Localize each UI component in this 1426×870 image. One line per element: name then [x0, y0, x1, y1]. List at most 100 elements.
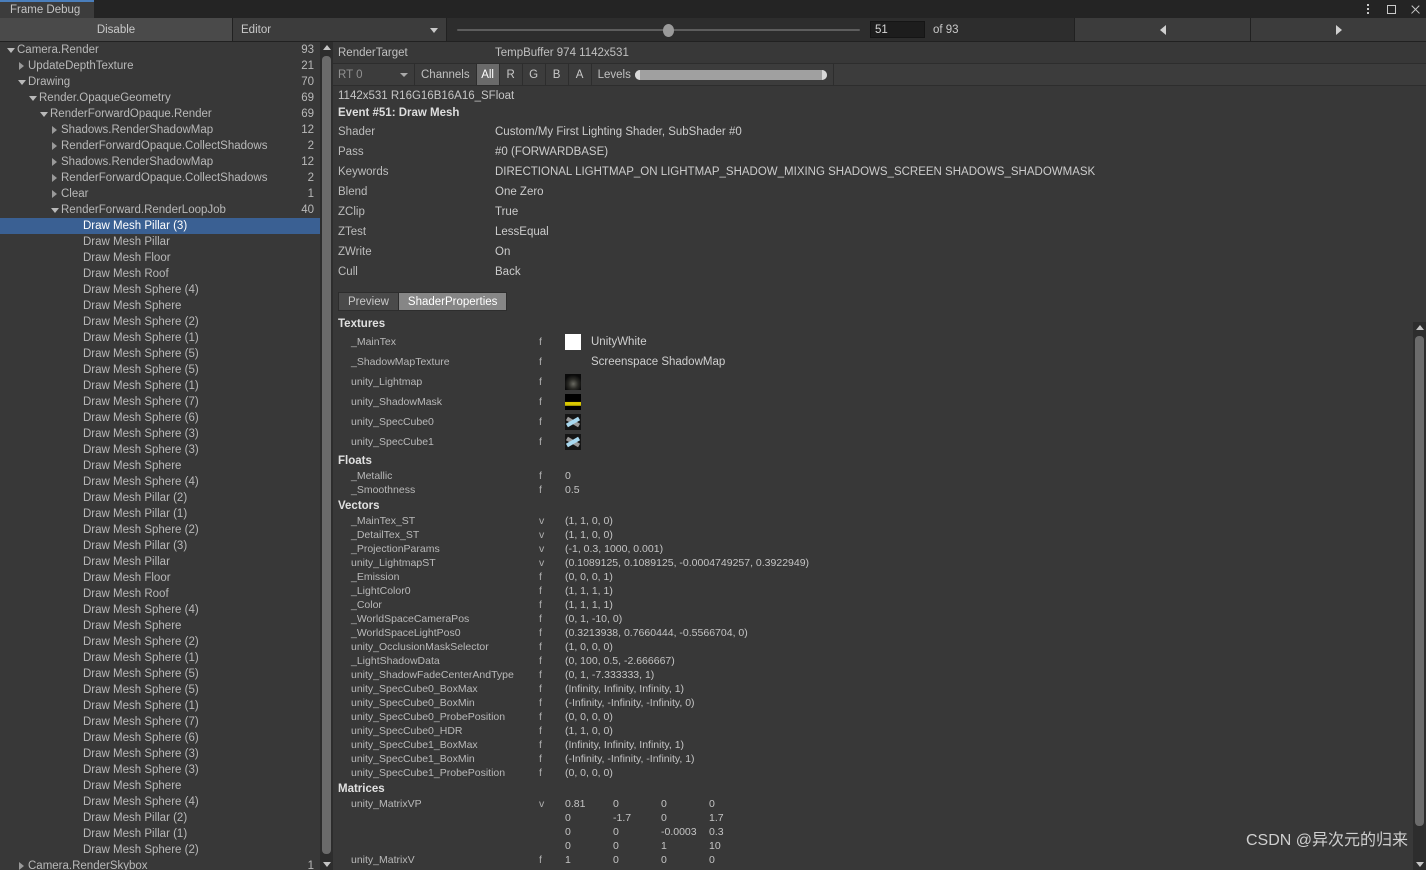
event-index-input[interactable]: 51	[870, 21, 925, 38]
channel-button-r[interactable]: R	[500, 64, 523, 85]
levels-slider[interactable]	[634, 69, 827, 80]
tree-row[interactable]: Draw Mesh Sphere (6)	[0, 410, 320, 426]
tree-row[interactable]: Draw Mesh Sphere (7)	[0, 714, 320, 730]
tree-row[interactable]: Draw Mesh Sphere (1)	[0, 650, 320, 666]
tree-row[interactable]: Draw Mesh Sphere (2)	[0, 522, 320, 538]
tree-row[interactable]: Clear 1	[0, 186, 320, 202]
event-slider-handle[interactable]	[663, 23, 674, 37]
tree-row[interactable]: Draw Mesh Sphere (4)	[0, 794, 320, 810]
channel-button-all[interactable]: All	[476, 64, 500, 85]
tree-toggle-icon[interactable]	[48, 174, 61, 182]
tree-row[interactable]: Drawing 70	[0, 74, 320, 90]
tree-row[interactable]: Draw Mesh Floor	[0, 570, 320, 586]
tree-toggle-icon[interactable]	[48, 190, 61, 198]
tree-row[interactable]: Draw Mesh Sphere (3)	[0, 426, 320, 442]
tree-row[interactable]: Draw Mesh Pillar (2)	[0, 810, 320, 826]
maximize-button[interactable]	[1385, 3, 1398, 16]
tree-scrollbar[interactable]	[320, 42, 333, 870]
tree-row[interactable]: Draw Mesh Sphere (4)	[0, 474, 320, 490]
tree-row[interactable]: Draw Mesh Roof	[0, 266, 320, 282]
scroll-up-icon[interactable]	[1413, 322, 1426, 333]
tree-row[interactable]: Draw Mesh Sphere (3)	[0, 442, 320, 458]
tree-row[interactable]: Draw Mesh Sphere (5)	[0, 682, 320, 698]
target-dropdown[interactable]: Editor	[233, 18, 447, 41]
tree-row[interactable]: Camera.RenderSkybox 1	[0, 858, 320, 870]
tree-row[interactable]: Render.OpaqueGeometry 69	[0, 90, 320, 106]
tree-row[interactable]: Draw Mesh Sphere (4)	[0, 602, 320, 618]
vector-row-type: f	[539, 711, 542, 723]
tree-row[interactable]: Draw Mesh Sphere (7)	[0, 394, 320, 410]
tree-row[interactable]: Draw Mesh Pillar (1)	[0, 506, 320, 522]
tree-row[interactable]: Draw Mesh Floor	[0, 250, 320, 266]
tree-row[interactable]: Draw Mesh Sphere	[0, 618, 320, 634]
tree-row[interactable]: Draw Mesh Pillar (1)	[0, 826, 320, 842]
tree-toggle-icon[interactable]	[48, 142, 61, 150]
scroll-down-icon[interactable]	[320, 859, 333, 870]
tree-row[interactable]: Draw Mesh Roof	[0, 586, 320, 602]
tree-toggle-icon[interactable]	[15, 862, 28, 870]
tab-frame-debug[interactable]: Frame Debug	[0, 0, 95, 18]
tree-row[interactable]: RenderForward.RenderLoopJob 40	[0, 202, 320, 218]
tree-toggle-icon[interactable]	[15, 80, 28, 85]
tree-row[interactable]: Draw Mesh Pillar	[0, 554, 320, 570]
event-property-key: Blend	[338, 186, 368, 198]
tree-row[interactable]: Draw Mesh Pillar (3)	[0, 218, 320, 234]
tree-row[interactable]: RenderForwardOpaque.CollectShadows 2	[0, 138, 320, 154]
tree-toggle-icon[interactable]	[48, 208, 61, 213]
tree-row[interactable]: Draw Mesh Sphere (6)	[0, 730, 320, 746]
levels-control[interactable]: Levels	[592, 64, 834, 85]
tab-shaderproperties[interactable]: ShaderProperties	[398, 292, 508, 311]
tree-toggle-icon[interactable]	[48, 158, 61, 166]
tree-row[interactable]: Draw Mesh Sphere	[0, 458, 320, 474]
scroll-down-icon[interactable]	[1413, 859, 1426, 870]
detail-scrollbar-thumb[interactable]	[1415, 336, 1424, 826]
tree-row[interactable]: UpdateDepthTexture 21	[0, 58, 320, 74]
tree-toggle-icon[interactable]	[4, 48, 17, 53]
matrices-section-title: Matrices	[338, 783, 385, 795]
tab-preview[interactable]: Preview	[338, 292, 399, 311]
tree-row[interactable]: Draw Mesh Sphere	[0, 298, 320, 314]
tree-row[interactable]: Shadows.RenderShadowMap 12	[0, 154, 320, 170]
prev-event-button[interactable]	[1074, 18, 1250, 41]
tree-row[interactable]: Draw Mesh Sphere (2)	[0, 634, 320, 650]
tree-row[interactable]: Draw Mesh Pillar	[0, 234, 320, 250]
tree-row[interactable]: Draw Mesh Sphere	[0, 778, 320, 794]
more-menu-button[interactable]	[1361, 3, 1374, 16]
detail-scrollbar[interactable]	[1413, 322, 1426, 870]
tree-row[interactable]: Draw Mesh Sphere (2)	[0, 842, 320, 858]
matrix-cell: 1.7	[709, 812, 724, 824]
tree-row[interactable]: Draw Mesh Sphere (5)	[0, 362, 320, 378]
event-tree[interactable]: Camera.Render 93 UpdateDepthTexture 21 Drawi…	[0, 42, 320, 870]
rt-select-dropdown[interactable]: RT 0	[333, 64, 415, 85]
tree-row[interactable]: Draw Mesh Pillar (3)	[0, 538, 320, 554]
tree-row[interactable]: Draw Mesh Sphere (1)	[0, 378, 320, 394]
channel-button-a[interactable]: A	[569, 64, 592, 85]
tree-row[interactable]: RenderForwardOpaque.Render 69	[0, 106, 320, 122]
tree-row[interactable]: Draw Mesh Sphere (1)	[0, 698, 320, 714]
tree-row[interactable]: Draw Mesh Sphere (1)	[0, 330, 320, 346]
tree-row[interactable]: Draw Mesh Pillar (2)	[0, 490, 320, 506]
tree-scrollbar-thumb[interactable]	[322, 56, 331, 854]
event-slider[interactable]	[447, 18, 870, 41]
scroll-up-icon[interactable]	[320, 42, 333, 53]
tree-row[interactable]: Draw Mesh Sphere (2)	[0, 314, 320, 330]
texture-thumbnail-cell	[565, 394, 591, 410]
tree-row[interactable]: Draw Mesh Sphere (3)	[0, 746, 320, 762]
tree-row[interactable]: Draw Mesh Sphere (5)	[0, 666, 320, 682]
disable-button[interactable]: Disable	[0, 18, 233, 41]
tree-row[interactable]: Draw Mesh Sphere (5)	[0, 346, 320, 362]
tree-row[interactable]: RenderForwardOpaque.CollectShadows 2	[0, 170, 320, 186]
vector-row: unity_SpecCube1_ProbePosition f (0, 0, 0, …	[333, 766, 1426, 780]
channel-button-b[interactable]: B	[546, 64, 569, 85]
tree-row[interactable]: Draw Mesh Sphere (4)	[0, 282, 320, 298]
close-button[interactable]	[1409, 3, 1422, 16]
tree-row[interactable]: Draw Mesh Sphere (3)	[0, 762, 320, 778]
tree-toggle-icon[interactable]	[15, 62, 28, 70]
tree-toggle-icon[interactable]	[26, 96, 39, 101]
next-event-button[interactable]	[1250, 18, 1426, 41]
tree-row[interactable]: Camera.Render 93	[0, 42, 320, 58]
channel-button-g[interactable]: G	[523, 64, 546, 85]
tree-toggle-icon[interactable]	[48, 126, 61, 134]
tree-row[interactable]: Shadows.RenderShadowMap 12	[0, 122, 320, 138]
tree-toggle-icon[interactable]	[37, 112, 50, 117]
